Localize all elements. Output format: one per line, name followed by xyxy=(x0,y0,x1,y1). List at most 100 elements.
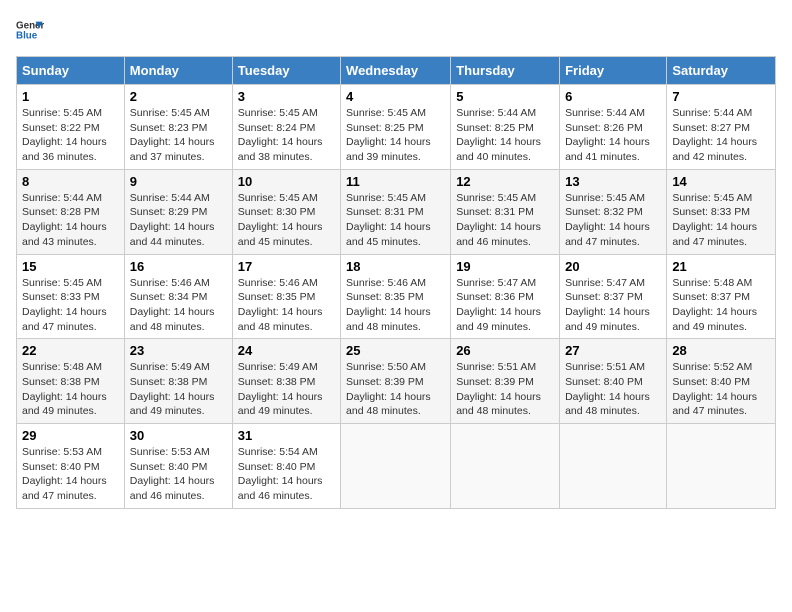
day-number: 12 xyxy=(456,174,554,189)
calendar-cell: 8 Sunrise: 5:44 AMSunset: 8:28 PMDayligh… xyxy=(17,169,125,254)
calendar-cell: 9 Sunrise: 5:44 AMSunset: 8:29 PMDayligh… xyxy=(124,169,232,254)
day-info: Sunrise: 5:51 AMSunset: 8:39 PMDaylight:… xyxy=(456,361,541,417)
calendar-cell: 4 Sunrise: 5:45 AMSunset: 8:25 PMDayligh… xyxy=(341,85,451,170)
day-number: 3 xyxy=(238,89,335,104)
calendar-cell: 22 Sunrise: 5:48 AMSunset: 8:38 PMDaylig… xyxy=(17,339,125,424)
svg-text:Blue: Blue xyxy=(16,30,38,41)
calendar-cell: 12 Sunrise: 5:45 AMSunset: 8:31 PMDaylig… xyxy=(451,169,560,254)
day-info: Sunrise: 5:46 AMSunset: 8:35 PMDaylight:… xyxy=(238,277,323,333)
day-number: 4 xyxy=(346,89,445,104)
week-row-5: 29 Sunrise: 5:53 AMSunset: 8:40 PMDaylig… xyxy=(17,424,776,509)
day-info: Sunrise: 5:52 AMSunset: 8:40 PMDaylight:… xyxy=(672,361,757,417)
calendar-cell: 3 Sunrise: 5:45 AMSunset: 8:24 PMDayligh… xyxy=(232,85,340,170)
calendar-cell: 24 Sunrise: 5:49 AMSunset: 8:38 PMDaylig… xyxy=(232,339,340,424)
day-info: Sunrise: 5:53 AMSunset: 8:40 PMDaylight:… xyxy=(22,446,107,502)
header: General Blue xyxy=(16,16,776,44)
day-number: 1 xyxy=(22,89,119,104)
day-number: 27 xyxy=(565,343,661,358)
day-info: Sunrise: 5:44 AMSunset: 8:29 PMDaylight:… xyxy=(130,192,215,248)
day-number: 11 xyxy=(346,174,445,189)
calendar-cell: 15 Sunrise: 5:45 AMSunset: 8:33 PMDaylig… xyxy=(17,254,125,339)
calendar-cell: 25 Sunrise: 5:50 AMSunset: 8:39 PMDaylig… xyxy=(341,339,451,424)
day-info: Sunrise: 5:45 AMSunset: 8:30 PMDaylight:… xyxy=(238,192,323,248)
calendar-cell: 13 Sunrise: 5:45 AMSunset: 8:32 PMDaylig… xyxy=(560,169,667,254)
day-info: Sunrise: 5:48 AMSunset: 8:38 PMDaylight:… xyxy=(22,361,107,417)
calendar-cell: 19 Sunrise: 5:47 AMSunset: 8:36 PMDaylig… xyxy=(451,254,560,339)
day-number: 25 xyxy=(346,343,445,358)
calendar-cell: 11 Sunrise: 5:45 AMSunset: 8:31 PMDaylig… xyxy=(341,169,451,254)
day-number: 7 xyxy=(672,89,770,104)
day-info: Sunrise: 5:49 AMSunset: 8:38 PMDaylight:… xyxy=(130,361,215,417)
calendar-cell xyxy=(667,424,776,509)
calendar-table: SundayMondayTuesdayWednesdayThursdayFrid… xyxy=(16,56,776,509)
calendar-header-row: SundayMondayTuesdayWednesdayThursdayFrid… xyxy=(17,57,776,85)
day-info: Sunrise: 5:54 AMSunset: 8:40 PMDaylight:… xyxy=(238,446,323,502)
day-info: Sunrise: 5:45 AMSunset: 8:22 PMDaylight:… xyxy=(22,107,107,163)
day-info: Sunrise: 5:47 AMSunset: 8:37 PMDaylight:… xyxy=(565,277,650,333)
day-number: 15 xyxy=(22,259,119,274)
calendar-cell xyxy=(341,424,451,509)
day-info: Sunrise: 5:45 AMSunset: 8:32 PMDaylight:… xyxy=(565,192,650,248)
week-row-2: 8 Sunrise: 5:44 AMSunset: 8:28 PMDayligh… xyxy=(17,169,776,254)
day-info: Sunrise: 5:45 AMSunset: 8:31 PMDaylight:… xyxy=(346,192,431,248)
day-info: Sunrise: 5:45 AMSunset: 8:24 PMDaylight:… xyxy=(238,107,323,163)
day-header-tuesday: Tuesday xyxy=(232,57,340,85)
calendar-cell: 21 Sunrise: 5:48 AMSunset: 8:37 PMDaylig… xyxy=(667,254,776,339)
day-number: 24 xyxy=(238,343,335,358)
day-number: 9 xyxy=(130,174,227,189)
logo-icon: General Blue xyxy=(16,16,44,44)
calendar-cell: 30 Sunrise: 5:53 AMSunset: 8:40 PMDaylig… xyxy=(124,424,232,509)
day-header-wednesday: Wednesday xyxy=(341,57,451,85)
calendar-cell: 20 Sunrise: 5:47 AMSunset: 8:37 PMDaylig… xyxy=(560,254,667,339)
day-number: 22 xyxy=(22,343,119,358)
calendar-cell: 26 Sunrise: 5:51 AMSunset: 8:39 PMDaylig… xyxy=(451,339,560,424)
day-number: 19 xyxy=(456,259,554,274)
day-header-monday: Monday xyxy=(124,57,232,85)
calendar-cell: 28 Sunrise: 5:52 AMSunset: 8:40 PMDaylig… xyxy=(667,339,776,424)
day-info: Sunrise: 5:44 AMSunset: 8:27 PMDaylight:… xyxy=(672,107,757,163)
day-number: 10 xyxy=(238,174,335,189)
day-number: 2 xyxy=(130,89,227,104)
calendar-cell: 27 Sunrise: 5:51 AMSunset: 8:40 PMDaylig… xyxy=(560,339,667,424)
week-row-4: 22 Sunrise: 5:48 AMSunset: 8:38 PMDaylig… xyxy=(17,339,776,424)
calendar-cell: 1 Sunrise: 5:45 AMSunset: 8:22 PMDayligh… xyxy=(17,85,125,170)
day-number: 16 xyxy=(130,259,227,274)
calendar-cell xyxy=(560,424,667,509)
day-number: 23 xyxy=(130,343,227,358)
week-row-3: 15 Sunrise: 5:45 AMSunset: 8:33 PMDaylig… xyxy=(17,254,776,339)
day-number: 30 xyxy=(130,428,227,443)
day-info: Sunrise: 5:45 AMSunset: 8:31 PMDaylight:… xyxy=(456,192,541,248)
day-info: Sunrise: 5:44 AMSunset: 8:28 PMDaylight:… xyxy=(22,192,107,248)
calendar-cell: 29 Sunrise: 5:53 AMSunset: 8:40 PMDaylig… xyxy=(17,424,125,509)
calendar-body: 1 Sunrise: 5:45 AMSunset: 8:22 PMDayligh… xyxy=(17,85,776,509)
day-info: Sunrise: 5:50 AMSunset: 8:39 PMDaylight:… xyxy=(346,361,431,417)
calendar-cell: 16 Sunrise: 5:46 AMSunset: 8:34 PMDaylig… xyxy=(124,254,232,339)
day-info: Sunrise: 5:49 AMSunset: 8:38 PMDaylight:… xyxy=(238,361,323,417)
calendar-cell: 7 Sunrise: 5:44 AMSunset: 8:27 PMDayligh… xyxy=(667,85,776,170)
calendar-cell: 17 Sunrise: 5:46 AMSunset: 8:35 PMDaylig… xyxy=(232,254,340,339)
day-info: Sunrise: 5:47 AMSunset: 8:36 PMDaylight:… xyxy=(456,277,541,333)
day-info: Sunrise: 5:44 AMSunset: 8:25 PMDaylight:… xyxy=(456,107,541,163)
day-number: 28 xyxy=(672,343,770,358)
day-info: Sunrise: 5:48 AMSunset: 8:37 PMDaylight:… xyxy=(672,277,757,333)
day-info: Sunrise: 5:45 AMSunset: 8:33 PMDaylight:… xyxy=(672,192,757,248)
calendar-cell: 14 Sunrise: 5:45 AMSunset: 8:33 PMDaylig… xyxy=(667,169,776,254)
day-info: Sunrise: 5:45 AMSunset: 8:33 PMDaylight:… xyxy=(22,277,107,333)
day-number: 31 xyxy=(238,428,335,443)
day-number: 5 xyxy=(456,89,554,104)
day-header-thursday: Thursday xyxy=(451,57,560,85)
day-number: 21 xyxy=(672,259,770,274)
day-number: 17 xyxy=(238,259,335,274)
day-header-sunday: Sunday xyxy=(17,57,125,85)
calendar-cell: 6 Sunrise: 5:44 AMSunset: 8:26 PMDayligh… xyxy=(560,85,667,170)
calendar-cell xyxy=(451,424,560,509)
day-number: 13 xyxy=(565,174,661,189)
calendar-cell: 18 Sunrise: 5:46 AMSunset: 8:35 PMDaylig… xyxy=(341,254,451,339)
day-number: 20 xyxy=(565,259,661,274)
day-header-friday: Friday xyxy=(560,57,667,85)
calendar-cell: 10 Sunrise: 5:45 AMSunset: 8:30 PMDaylig… xyxy=(232,169,340,254)
day-number: 18 xyxy=(346,259,445,274)
day-info: Sunrise: 5:46 AMSunset: 8:34 PMDaylight:… xyxy=(130,277,215,333)
day-info: Sunrise: 5:45 AMSunset: 8:23 PMDaylight:… xyxy=(130,107,215,163)
day-info: Sunrise: 5:44 AMSunset: 8:26 PMDaylight:… xyxy=(565,107,650,163)
